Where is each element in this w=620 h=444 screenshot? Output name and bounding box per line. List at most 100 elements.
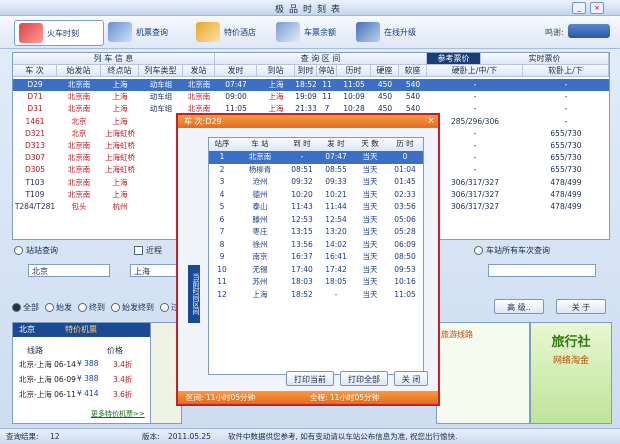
stop-row[interactable]: 5 泰山 11:43 11:44 当天 03:56 (209, 201, 423, 214)
table-cell: 655/730 (550, 128, 582, 138)
to-station-select[interactable]: 上海 (130, 264, 180, 277)
table-cell: 07:47 (225, 80, 247, 89)
column-header[interactable]: 发时 (215, 65, 257, 77)
travel-agency-ad[interactable]: 旅行社 网络淘金 (530, 322, 612, 424)
stop-cell: 3 (219, 177, 225, 186)
deal-price[interactable]: ¥ 388 (77, 359, 98, 368)
column-header[interactable]: 硬卧上/中/下 (427, 65, 523, 77)
column-header[interactable]: 停站 (317, 65, 337, 77)
stop-cell: 0 (402, 152, 408, 161)
table-cell: 10:09 (343, 92, 365, 102)
stop-cell: 杨柳青 (248, 164, 272, 174)
station-query-radio[interactable]: 站站查询 (14, 245, 58, 256)
column-header[interactable]: 始发站 (57, 65, 101, 77)
deals-title: 特价机票 (65, 325, 97, 334)
stop-cell: 7 (219, 227, 225, 236)
stop-row[interactable]: 10 无锡 17:40 17:42 当天 09:53 (209, 264, 423, 277)
table-row[interactable]: D71 北京南 上海 动车组 北京南 09:00 上海 19:09 11 10:09 450 540 -… (13, 91, 609, 103)
table-cell: - (473, 165, 477, 175)
stop-cell: 南京 (252, 252, 268, 261)
filter-radio[interactable]: 始发 (45, 302, 72, 313)
advanced-button[interactable]: 高 级.. (494, 299, 544, 314)
stop-row[interactable]: 1 北京南 - 07:47 当天 0 (209, 151, 423, 164)
stop-row[interactable]: 8 徐州 13:56 14:02 当天 06:09 (209, 239, 423, 252)
table-cell: 上海 (112, 104, 128, 114)
deal-price[interactable]: ¥ 414 (77, 389, 98, 398)
column-header[interactable]: 软卧上/下 (523, 65, 609, 77)
tab-online-upgrade[interactable]: 在线升级 (356, 20, 446, 44)
table-cell: - (564, 80, 568, 89)
column-header[interactable]: 发站 (183, 65, 215, 77)
table-cell: 306/317/327 (451, 202, 499, 211)
column-header[interactable]: 硬座 (371, 65, 399, 77)
stop-cell: 18:03 (291, 277, 313, 286)
stop-cell: 12 (217, 289, 227, 299)
table-cell: 北京南 (67, 104, 91, 114)
stop-cell: 当天 (362, 189, 378, 199)
stop-cell: 09:32 (291, 177, 313, 186)
minimize-button[interactable]: _ (572, 2, 586, 14)
stop-cell: 当天 (362, 289, 378, 299)
toolbar: 火车时刻 机票查询 特价酒店 车票余额 在线升级 鸣谢: (0, 16, 620, 49)
filter-radio[interactable]: 全部 (12, 302, 39, 313)
column-header[interactable]: 车 次 (13, 65, 57, 77)
stop-row[interactable]: 11 苏州 18:03 18:05 当天 10:16 (209, 276, 423, 289)
filter-radio[interactable]: 终到 (78, 302, 105, 313)
table-cell: 包头 (71, 202, 87, 211)
column-header[interactable]: 到时 (295, 65, 317, 77)
stop-cell: 08:51 (291, 164, 313, 174)
column-header[interactable]: 到站 (257, 65, 295, 77)
table-cell: 655/730 (550, 141, 582, 150)
stop-row[interactable]: 4 德州 10:20 10:21 当天 02:33 (209, 189, 423, 202)
table-cell: 北京南 (67, 80, 91, 89)
stop-cell: 13:56 (291, 239, 313, 249)
credits-label: 鸣谢: (545, 28, 564, 37)
deal-price[interactable]: ¥ 388 (77, 374, 98, 383)
nearby-checkbox[interactable]: 近程 (134, 245, 162, 256)
column-header[interactable]: 软座 (399, 65, 427, 77)
print-all-button[interactable]: 打印全部 (340, 371, 388, 386)
about-button[interactable]: 关 于 (556, 299, 606, 314)
stop-cell: 滕州 (252, 214, 268, 224)
from-station-select[interactable]: 北京 (28, 264, 110, 277)
table-cell: D321 (24, 128, 46, 138)
filter-radio[interactable]: 始发终到 (111, 302, 154, 313)
result-count: 12 (50, 432, 60, 441)
tab-train-schedule[interactable]: 火车时刻 (14, 20, 104, 46)
table-row[interactable]: D29 北京南 上海 动车组 北京南 07:47 上海 18:52 11 11:05 450 540 -… (13, 79, 609, 91)
stop-cell: 8 (219, 239, 225, 249)
print-current-button[interactable]: 打印当前 (286, 371, 334, 386)
tab-ticket-balance[interactable]: 车票余额 (276, 20, 366, 44)
stop-cell: 08:50 (394, 252, 416, 261)
stop-cell: 当天 (362, 252, 378, 261)
table-cell: 动车组 (149, 92, 173, 102)
column-header[interactable]: 列车类型 (139, 65, 183, 77)
tab-flight-query[interactable]: 机票查询 (108, 20, 198, 44)
close-window-button[interactable]: × (590, 2, 604, 14)
more-deals-link[interactable]: 更多特价机票>> (91, 409, 145, 419)
tab-hotel[interactable]: 特价酒店 (196, 20, 286, 44)
dialog-close-button[interactable]: 关 闭 (394, 371, 428, 386)
station-all-radio[interactable]: 车站所有车次查询 (474, 245, 550, 256)
title-bar: 极品时刻表 _ × (0, 0, 620, 16)
stop-cell: 当天 (362, 152, 378, 161)
stop-row[interactable]: 9 南京 16:37 16:41 当天 08:50 (209, 251, 423, 264)
column-header[interactable]: 终点站 (101, 65, 139, 77)
stop-row[interactable]: 3 沧州 09:32 09:33 当天 01:45 (209, 176, 423, 189)
station-all-select[interactable] (488, 264, 596, 277)
table-cell: 上海 (112, 189, 128, 199)
stop-cell: 4 (219, 189, 225, 199)
stop-row[interactable]: 12 上海 18:52 - 当天 11:05 (209, 289, 423, 302)
stop-row[interactable]: 2 杨柳青 08:51 08:55 当天 01:04 (209, 164, 423, 177)
table-cell: 09:00 (225, 92, 247, 102)
station-query-label: 站站查询 (26, 246, 58, 255)
deal-route: 北京-上海 06-14 (19, 360, 76, 369)
dialog-close-icon[interactable]: × (426, 116, 436, 126)
stop-cell: 徐州 (252, 239, 268, 249)
stop-row[interactable]: 7 枣庄 13:15 13:20 当天 05:28 (209, 226, 423, 239)
tours-link[interactable]: 旅游线路 (441, 329, 473, 340)
tours-panel: 旅游线路 (436, 322, 530, 424)
stop-row[interactable]: 6 滕州 12:53 12:54 当天 05:06 (209, 214, 423, 227)
filter-label: 全部 (23, 303, 39, 312)
column-header[interactable]: 历时 (337, 65, 371, 77)
